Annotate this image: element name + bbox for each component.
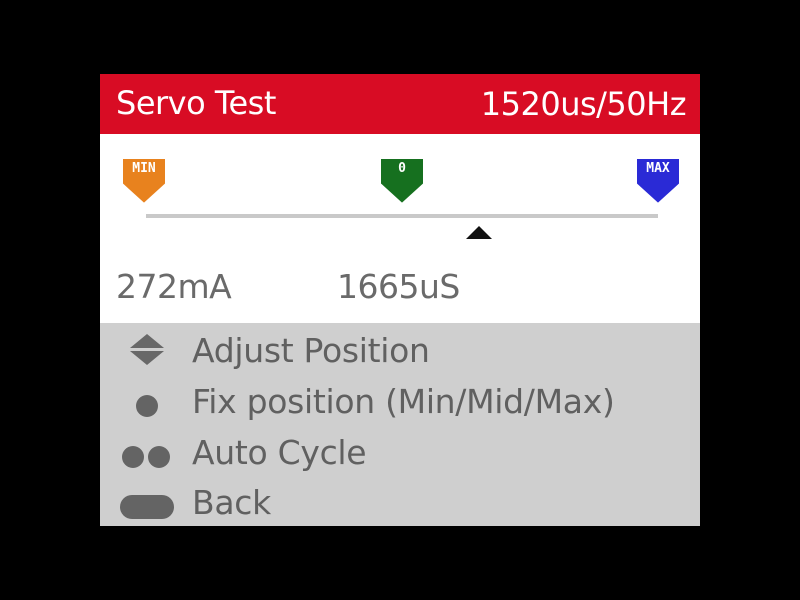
zero-marker: 0: [378, 156, 426, 206]
min-marker-label: MIN: [132, 161, 156, 176]
current-readout: 272mA: [116, 267, 232, 306]
position-pointer-icon: [465, 226, 492, 239]
help-item-label: Auto Cycle: [192, 433, 367, 472]
double-dot-icon: [118, 428, 174, 478]
device-screen: Servo Test 1520us/50Hz MIN 0 MAX 272mA 1…: [100, 74, 700, 526]
help-panel: Adjust Position Fix position (Min/Mid/Ma…: [100, 323, 700, 526]
long-press-icon: [118, 478, 174, 526]
min-marker: MIN: [120, 156, 168, 206]
help-item-label: Fix position (Min/Mid/Max): [192, 382, 615, 421]
max-marker: MAX: [634, 156, 682, 206]
zero-marker-label: 0: [398, 161, 406, 176]
position-track: [146, 214, 658, 218]
title-bar: Servo Test 1520us/50Hz: [100, 74, 700, 134]
pulse-width-readout: 1665uS: [337, 267, 460, 306]
help-item-fix-position: Fix position (Min/Mid/Max): [100, 377, 700, 427]
help-item-label: Back: [192, 483, 271, 522]
pulse-rate-readout: 1520us/50Hz: [480, 85, 687, 123]
help-item-back: Back: [100, 478, 700, 526]
help-item-adjust-position: Adjust Position: [100, 326, 700, 376]
help-item-auto-cycle: Auto Cycle: [100, 428, 700, 478]
up-down-arrows-icon: [118, 326, 174, 376]
screen-title: Servo Test: [116, 84, 276, 122]
max-marker-label: MAX: [646, 161, 670, 176]
help-item-label: Adjust Position: [192, 331, 430, 370]
single-dot-icon: [118, 377, 174, 427]
